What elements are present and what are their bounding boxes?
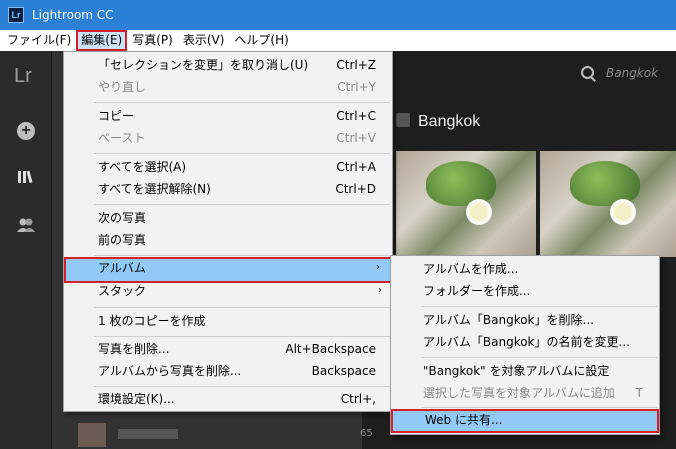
album-title: Bangkok (418, 113, 481, 130)
menu-item-paste[interactable]: ペースト Ctrl+V (64, 127, 392, 149)
lr-logo: Lr (14, 65, 32, 87)
menu-view[interactable]: 表示(V) (178, 30, 230, 51)
lightroom-app-icon: Lr (8, 7, 24, 23)
menu-edit[interactable]: 編集(E) (76, 30, 128, 51)
menu-item-next-photo[interactable]: 次の写真 (64, 207, 392, 229)
submenu-item-rename-album[interactable]: アルバム「Bangkok」の名前を変更... (391, 331, 659, 353)
window-title: Lightroom CC (32, 8, 114, 22)
menu-file[interactable]: ファイル(F) (2, 30, 76, 51)
submenu-item-delete-album[interactable]: アルバム「Bangkok」を削除... (391, 309, 659, 331)
menu-item-redo[interactable]: やり直し Ctrl+Y (64, 76, 392, 98)
menu-separator (94, 153, 390, 154)
album-thumbnail (78, 423, 106, 447)
album-row[interactable]: 65 (78, 423, 378, 447)
menu-separator (94, 204, 390, 205)
menu-separator (94, 336, 390, 337)
menu-item-make-copy[interactable]: 1 枚のコピーを作成 (64, 310, 392, 332)
add-photos-icon[interactable]: + (16, 121, 36, 141)
menu-item-select-all[interactable]: すべてを選択(A) Ctrl+A (64, 156, 392, 178)
menu-separator (421, 306, 657, 307)
album-name-placeholder (118, 429, 178, 439)
menu-item-undo[interactable]: 「セレクションを変更」を取り消し(U) Ctrl+Z (64, 54, 392, 76)
search-area[interactable]: Bangkok (580, 65, 658, 81)
people-icon[interactable] (16, 215, 36, 235)
left-toolbar: Lr + (0, 51, 52, 449)
submenu-arrow-icon: › (376, 262, 380, 273)
menu-item-deselect-all[interactable]: すべてを選択解除(N) Ctrl+D (64, 178, 392, 200)
submenu-arrow-icon: › (378, 285, 382, 296)
menu-item-copy[interactable]: コピー Ctrl+C (64, 105, 392, 127)
menu-bar: ファイル(F) 編集(E) 写真(P) 表示(V) ヘルプ(H) (0, 30, 676, 51)
menu-item-remove-from-album[interactable]: アルバムから写真を削除... Backspace (64, 360, 392, 382)
menu-separator (94, 102, 390, 103)
search-text: Bangkok (606, 66, 659, 80)
album-count: 65 (360, 428, 373, 439)
submenu-item-add-to-target[interactable]: 選択した写真を対象アルバムに追加 T (391, 382, 659, 404)
menu-item-delete-photo[interactable]: 写真を削除... Alt+Backspace (64, 338, 392, 360)
title-bar: Lr Lightroom CC (0, 0, 676, 30)
submenu-item-share-web[interactable]: Web に共有... (391, 409, 659, 433)
menu-separator (94, 386, 390, 387)
menu-help[interactable]: ヘルプ(H) (229, 30, 293, 51)
submenu-item-create-album[interactable]: アルバムを作成... (391, 258, 659, 280)
album-badge-icon (396, 113, 410, 127)
search-icon (580, 65, 596, 81)
photo-thumbnail[interactable] (394, 149, 538, 259)
menu-separator (421, 357, 657, 358)
edit-menu: 「セレクションを変更」を取り消し(U) Ctrl+Z やり直し Ctrl+Y コピー… (63, 51, 393, 412)
menu-item-previous-photo[interactable]: 前の写真 (64, 229, 392, 251)
album-submenu: アルバムを作成... フォルダーを作成... アルバム「Bangkok」を削除.… (390, 255, 660, 435)
menu-separator (94, 307, 390, 308)
menu-separator (421, 407, 657, 408)
menu-item-stack[interactable]: スタック › (64, 280, 392, 302)
menu-item-preferences[interactable]: 環境設定(K)... Ctrl+, (64, 388, 392, 410)
submenu-item-create-folder[interactable]: フォルダーを作成... (391, 280, 659, 302)
photo-thumbnail[interactable] (538, 149, 676, 259)
submenu-item-set-target-album[interactable]: "Bangkok" を対象アルバムに設定 (391, 360, 659, 382)
menu-separator (94, 255, 390, 256)
menu-photo[interactable]: 写真(P) (127, 30, 178, 51)
library-icon[interactable] (16, 167, 36, 187)
